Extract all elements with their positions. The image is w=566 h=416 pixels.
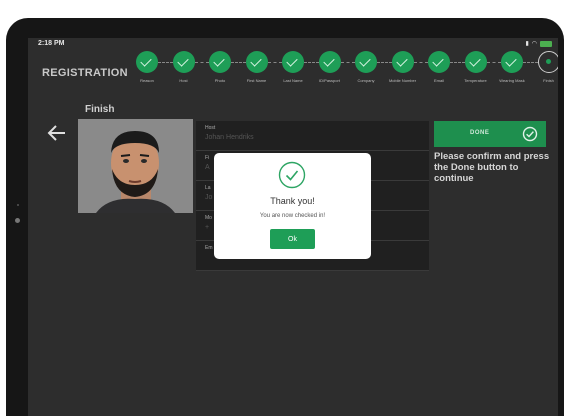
step-label: Wearing Mask (499, 78, 525, 83)
step-email: Email (424, 51, 454, 83)
step-photo: Photo (205, 51, 235, 83)
step-label: Finish (543, 78, 554, 83)
camera (15, 218, 20, 223)
step-check-icon (136, 51, 158, 73)
step-current-icon (537, 51, 558, 73)
arrow-left-icon[interactable] (46, 122, 68, 144)
step-check-icon (428, 51, 450, 73)
visitor-photo (78, 119, 193, 213)
step-label: Temperature (464, 78, 487, 83)
step-label: First Name (246, 78, 267, 83)
status-icons: ▮ ◠ (525, 40, 552, 47)
step-check-icon (355, 51, 377, 73)
battery-icon (540, 40, 552, 47)
step-check-icon (282, 51, 304, 73)
registration-title: REGISTRATION (42, 67, 128, 79)
step-label: Last Name (283, 78, 303, 83)
field-label: Fi (205, 155, 210, 161)
step-label: Reason (140, 78, 154, 83)
check-circle-icon (522, 126, 538, 142)
step-company: Company (351, 51, 381, 83)
step-id-passport: ID/Passport (315, 51, 345, 83)
step-check-icon (464, 51, 487, 73)
step-mobile-number: Mobile Number (388, 51, 418, 83)
page-title: Finish (85, 104, 115, 115)
instructions-text: Please confirm and press the Done button… (434, 151, 550, 184)
step-check-icon (172, 51, 195, 73)
status-time: 2:18 PM (38, 40, 65, 47)
step-first-name: First Name (242, 51, 272, 83)
step-wearing-mask: Wearing Mask (497, 51, 527, 83)
status-bar: 2:18 PM ▮ ◠ (28, 38, 558, 52)
step-label: ID/Passport (319, 78, 340, 83)
done-button-label: DONE (470, 130, 490, 136)
success-check-icon (278, 161, 306, 189)
app-screen: 2:18 PM ▮ ◠ REGISTRATION Reason Host Photo… (28, 38, 558, 416)
form-row: Host Johan Hendriks (196, 121, 429, 151)
step-last-name: Last Name (278, 51, 308, 83)
step-label: Company (357, 78, 375, 83)
sensor (17, 204, 19, 206)
step-temperature: Temperature (461, 51, 491, 83)
field-label: Mo (205, 215, 212, 221)
done-button[interactable]: DONE (434, 121, 546, 147)
check-in-modal: Thank you! You are now checked in! Ok (214, 153, 371, 259)
step-check-icon (391, 51, 414, 73)
step-reason: Reason (132, 51, 162, 83)
step-label: Email (433, 78, 444, 83)
ok-button[interactable]: Ok (270, 229, 315, 249)
field-value: A (205, 164, 210, 171)
field-label: Em (205, 245, 213, 251)
step-label: Host (179, 78, 188, 83)
visitor-avatar (78, 119, 193, 213)
field-value: Jo (205, 194, 213, 201)
step-check-icon (318, 51, 341, 73)
step-label: Mobile Number (388, 78, 417, 83)
step-check-icon (245, 51, 268, 73)
step-host: Host (169, 51, 199, 83)
field-label: La (205, 185, 211, 191)
step-label: Photo (214, 78, 226, 83)
tablet-frame: 2:18 PM ▮ ◠ REGISTRATION Reason Host Photo… (6, 18, 564, 416)
progress-stepper: Reason Host Photo First Name Last Name ID/Pas… (132, 51, 558, 93)
modal-title: Thank you! (270, 196, 315, 206)
step-check-icon (209, 51, 231, 73)
modal-message: You are now checked in! (259, 213, 326, 219)
field-value: Johan Hendriks (205, 134, 254, 141)
field-value: + (205, 224, 210, 231)
signal-icon: ▮ (525, 41, 529, 47)
step-check-icon (501, 51, 523, 73)
field-label: Host (205, 125, 216, 131)
step-finish: Finish (534, 51, 558, 83)
wifi-icon: ◠ (531, 41, 537, 47)
